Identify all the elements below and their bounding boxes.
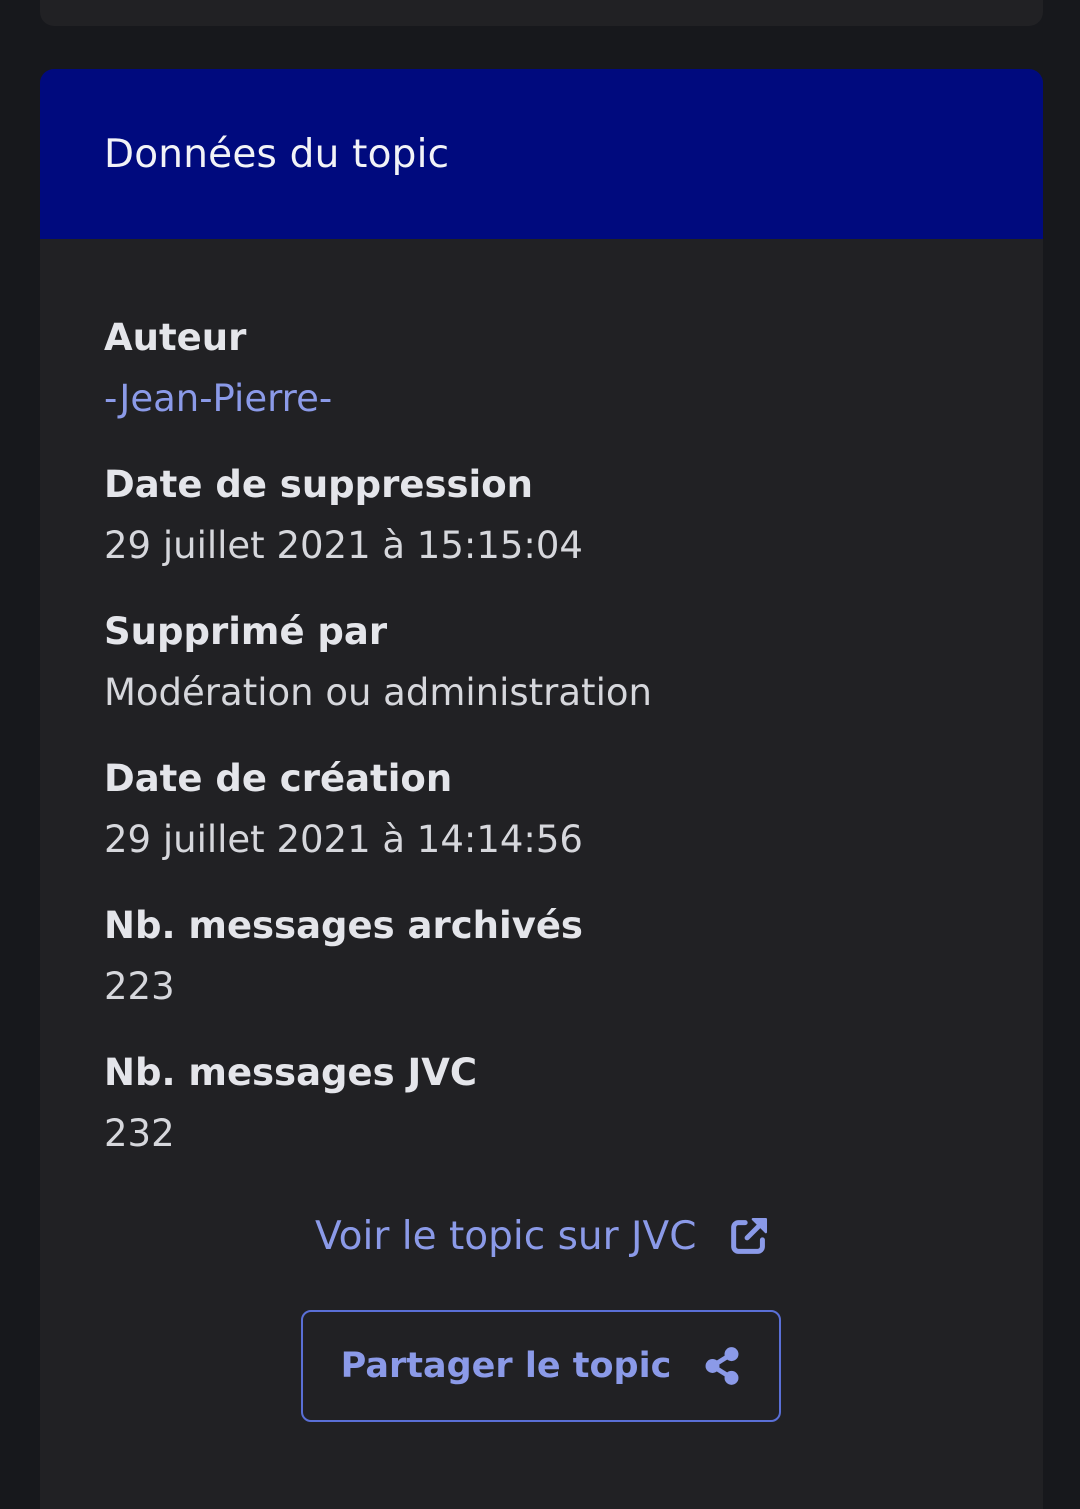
field-label-author: Auteur (104, 316, 247, 359)
field-deletion-date: Date de suppression 29 juillet 2021 à 15… (104, 456, 984, 603)
share-topic-button[interactable]: Partager le topic (301, 1310, 781, 1422)
field-value-jvc-messages: 232 (104, 1112, 175, 1155)
field-value-archived-messages: 223 (104, 965, 175, 1008)
field-author: Auteur -Jean-Pierre- (104, 309, 984, 456)
card-header: Données du topic (40, 69, 1043, 239)
field-creation-date: Date de création 29 juillet 2021 à 14:14… (104, 750, 984, 897)
field-deleted-by: Supprimé par Modération ou administratio… (104, 603, 984, 750)
author-link[interactable]: -Jean-Pierre- (104, 367, 984, 431)
card-body: Auteur -Jean-Pierre- Date de suppression… (104, 309, 984, 1191)
previous-card (40, 0, 1043, 26)
field-label-creation-date: Date de création (104, 757, 453, 800)
external-link-icon (726, 1213, 772, 1259)
view-topic-on-jvc-label: Voir le topic sur JVC (315, 1213, 697, 1259)
field-label-deletion-date: Date de suppression (104, 463, 533, 506)
field-value-deleted-by: Modération ou administration (104, 671, 652, 714)
share-topic-label: Partager le topic (340, 1346, 672, 1386)
field-label-jvc-messages: Nb. messages JVC (104, 1051, 478, 1094)
field-jvc-messages: Nb. messages JVC 232 (104, 1044, 984, 1191)
topic-data-card: Données du topic Auteur -Jean-Pierre- Da… (40, 69, 1043, 1509)
field-value-creation-date: 29 juillet 2021 à 14:14:56 (104, 818, 583, 861)
field-value-deletion-date: 29 juillet 2021 à 15:15:04 (104, 524, 583, 567)
view-topic-on-jvc-link[interactable]: Voir le topic sur JVC (315, 1213, 772, 1259)
field-archived-messages: Nb. messages archivés 223 (104, 897, 984, 1044)
field-label-deleted-by: Supprimé par (104, 610, 388, 653)
field-label-archived-messages: Nb. messages archivés (104, 904, 583, 947)
card-title: Données du topic (104, 131, 450, 177)
share-icon (703, 1346, 741, 1386)
